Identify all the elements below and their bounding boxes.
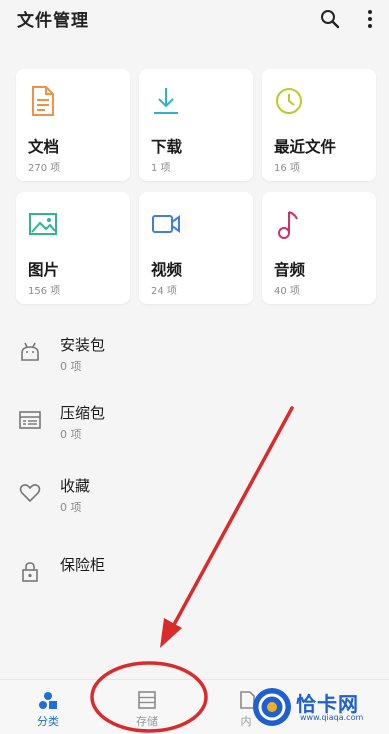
category-card-videos[interactable]: 视频 24 项 (139, 192, 253, 304)
list-item-count: 0 项 (60, 428, 82, 441)
video-icon (152, 215, 180, 233)
storage-icon (138, 691, 156, 709)
download-icon (154, 88, 178, 114)
heart-icon (19, 484, 41, 503)
clock-icon (276, 88, 302, 114)
android-icon (21, 342, 39, 361)
category-count: 156 项 (28, 286, 61, 297)
list-item-count: 0 项 (60, 360, 82, 373)
tab-label: 存储 (136, 715, 158, 728)
more-vert-icon (368, 10, 372, 28)
category-name: 文档 (28, 138, 60, 156)
category-name: 音频 (274, 261, 306, 279)
list-item-count: 0 项 (60, 501, 82, 514)
category-name: 视频 (151, 261, 183, 279)
category-card-downloads[interactable]: 下载 1 项 (139, 69, 253, 181)
category-name: 下载 (151, 138, 183, 156)
watermark-badge-icon (253, 688, 291, 726)
category-count: 270 项 (28, 163, 61, 174)
category-icon (39, 692, 57, 709)
category-count: 24 项 (151, 286, 177, 297)
list-item-name: 保险柜 (60, 556, 106, 574)
category-card-recent[interactable]: 最近文件 16 项 (262, 69, 376, 181)
category-name: 最近文件 (274, 138, 337, 156)
tab-label: 分类 (37, 715, 59, 728)
app-header: 文件管理 (0, 0, 389, 40)
lock-icon (22, 562, 38, 582)
page-title: 文件管理 (17, 11, 89, 31)
document-icon (32, 86, 54, 116)
category-card-images[interactable]: 图片 156 项 (16, 192, 130, 304)
list-item-apk[interactable]: 安装包 0 项 (0, 326, 389, 382)
annotation-arrowhead (160, 618, 182, 648)
image-icon (29, 213, 57, 235)
list-item-favorites[interactable]: 收藏 0 项 (0, 467, 389, 523)
tab-storage[interactable]: 存储 (107, 680, 187, 734)
more-options-button[interactable] (357, 6, 383, 32)
list-item-archives[interactable]: 压缩包 0 项 (0, 394, 389, 450)
watermark-logo: 恰卡网 www.qiaqa.com (252, 685, 382, 729)
list-item-name: 安装包 (60, 336, 106, 354)
archive-icon (19, 411, 41, 429)
category-card-documents[interactable]: 文档 270 项 (16, 69, 130, 181)
watermark-url: www.qiaqa.com (300, 713, 364, 722)
list-item-name: 收藏 (60, 477, 91, 495)
category-count: 1 项 (151, 163, 171, 174)
music-icon (278, 211, 298, 239)
list-item-name: 压缩包 (60, 404, 106, 422)
category-count: 40 项 (274, 286, 300, 297)
category-card-audio[interactable]: 音频 40 项 (262, 192, 376, 304)
list-item-safe[interactable]: 保险柜 (0, 546, 389, 602)
category-count: 16 项 (274, 163, 300, 174)
search-button[interactable] (317, 6, 343, 32)
search-icon (321, 10, 340, 29)
tab-categories[interactable]: 分类 (8, 680, 88, 734)
category-name: 图片 (28, 261, 60, 279)
